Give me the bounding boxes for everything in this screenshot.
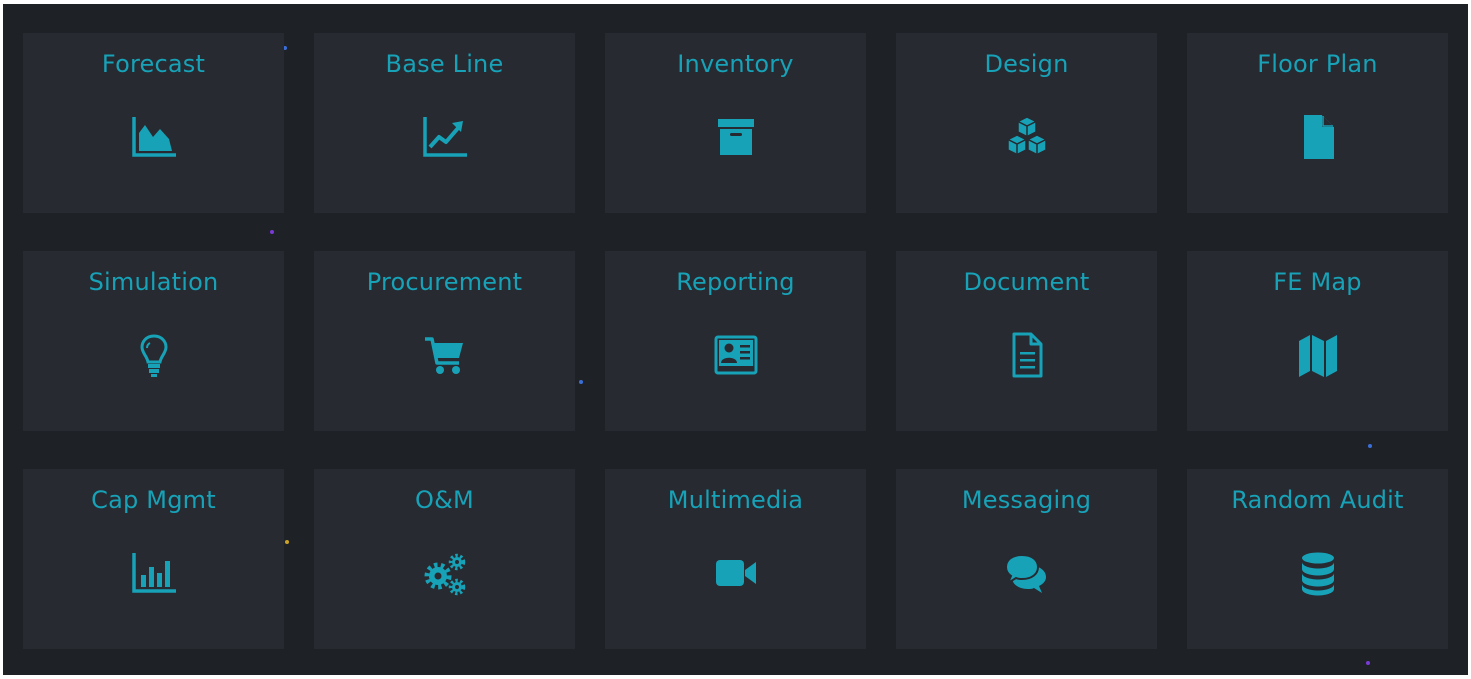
video-camera-icon bbox=[712, 549, 760, 597]
tile-label: Procurement bbox=[366, 268, 523, 296]
tile-forecast[interactable]: Forecast bbox=[23, 33, 284, 213]
tile-reporting[interactable]: Reporting bbox=[605, 251, 866, 431]
chat-bubbles-icon bbox=[1003, 549, 1051, 597]
tile-fe-map[interactable]: FE Map bbox=[1187, 251, 1448, 431]
tile-cap-mgmt[interactable]: Cap Mgmt bbox=[23, 469, 284, 649]
map-icon bbox=[1294, 331, 1342, 379]
tile-random-audit[interactable]: Random Audit bbox=[1187, 469, 1448, 649]
line-chart-icon bbox=[421, 113, 469, 161]
tile-label: Floor Plan bbox=[1257, 50, 1378, 78]
file-text-icon bbox=[1003, 331, 1051, 379]
tile-design[interactable]: Design bbox=[896, 33, 1157, 213]
tile-simulation[interactable]: Simulation bbox=[23, 251, 284, 431]
gears-icon bbox=[421, 549, 469, 597]
cubes-icon bbox=[1003, 113, 1051, 161]
tile-label: Document bbox=[963, 268, 1090, 296]
tile-multimedia[interactable]: Multimedia bbox=[605, 469, 866, 649]
archive-box-icon bbox=[712, 113, 760, 161]
tile-o-and-m[interactable]: O&M bbox=[314, 469, 575, 649]
tile-label: Cap Mgmt bbox=[91, 486, 216, 514]
tile-messaging[interactable]: Messaging bbox=[896, 469, 1157, 649]
file-icon bbox=[1294, 113, 1342, 161]
tile-inventory[interactable]: Inventory bbox=[605, 33, 866, 213]
tile-label: Inventory bbox=[677, 50, 794, 78]
database-icon bbox=[1294, 549, 1342, 597]
tile-label: Forecast bbox=[101, 50, 206, 78]
background-particle bbox=[1366, 661, 1370, 665]
tile-label: Simulation bbox=[88, 268, 219, 296]
tile-label: Design bbox=[984, 50, 1069, 78]
module-grid: Forecast Base Line Inventory Design Floo… bbox=[23, 33, 1448, 649]
tile-label: FE Map bbox=[1273, 268, 1362, 296]
lightbulb-icon bbox=[130, 331, 178, 379]
tile-floor-plan[interactable]: Floor Plan bbox=[1187, 33, 1448, 213]
bar-chart-icon bbox=[130, 549, 178, 597]
tile-document[interactable]: Document bbox=[896, 251, 1157, 431]
tile-label: Base Line bbox=[385, 50, 504, 78]
tile-label: Multimedia bbox=[667, 486, 804, 514]
tile-procurement[interactable]: Procurement bbox=[314, 251, 575, 431]
tile-label: Messaging bbox=[961, 486, 1092, 514]
tile-label: Random Audit bbox=[1231, 486, 1404, 514]
tile-label: Reporting bbox=[676, 268, 795, 296]
id-card-icon bbox=[712, 331, 760, 379]
dashboard-panel: Forecast Base Line Inventory Design Floo… bbox=[3, 4, 1468, 675]
tile-label: O&M bbox=[415, 486, 474, 514]
area-chart-icon bbox=[130, 113, 178, 161]
shopping-cart-icon bbox=[421, 331, 469, 379]
tile-base-line[interactable]: Base Line bbox=[314, 33, 575, 213]
